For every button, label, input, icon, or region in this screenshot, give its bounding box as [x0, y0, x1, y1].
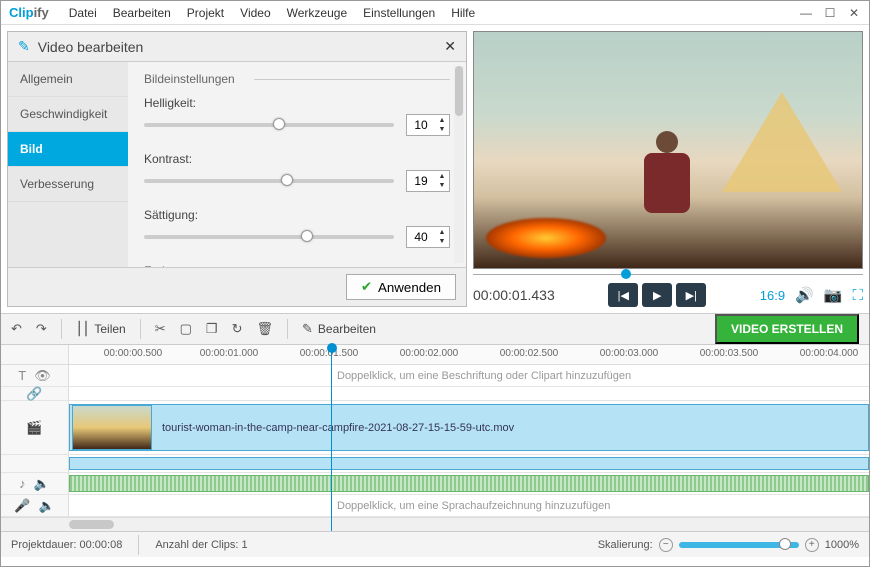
- contrast-slider[interactable]: [144, 179, 394, 183]
- mic-track-icon: 🎤: [14, 498, 30, 514]
- zoom-label: Skalierung:: [598, 539, 653, 551]
- caption-track[interactable]: T 👁 Doppelklick, um eine Beschriftung ode…: [1, 365, 869, 387]
- menu-video[interactable]: Video: [232, 6, 278, 20]
- apply-button[interactable]: ✔Anwenden: [346, 274, 456, 300]
- timeline-scrollbar[interactable]: [1, 517, 869, 531]
- tab-speed[interactable]: Geschwindigkeit: [8, 97, 128, 132]
- edit-button[interactable]: ✎Bearbeiten: [302, 321, 376, 337]
- clip-thumbnail: [72, 405, 152, 450]
- project-duration: 00:00:08: [80, 539, 123, 551]
- saturation-label: Sättigung:: [144, 208, 216, 222]
- copy-icon[interactable]: ❐: [206, 321, 218, 337]
- status-bar: Projektdauer: 00:00:08 Anzahl der Clips:…: [1, 531, 869, 557]
- video-clip[interactable]: tourist-woman-in-the-camp-near-campfire-…: [69, 404, 869, 451]
- fullscreen-icon[interactable]: ⛶: [852, 287, 863, 304]
- check-icon: ✔: [361, 279, 372, 295]
- brightness-stepper[interactable]: ▲▼: [435, 116, 449, 134]
- zoom-slider[interactable]: [679, 542, 799, 548]
- link-track: 🔗: [1, 387, 869, 401]
- timeline-ruler[interactable]: 00:00:00.500 00:00:01.000 00:00:01.500 0…: [1, 345, 869, 365]
- video-track-icon: 🎬: [26, 420, 42, 436]
- rotate-icon[interactable]: ↻: [232, 321, 243, 337]
- menu-bar: Clipify Datei Bearbeiten Projekt Video W…: [1, 1, 869, 25]
- menu-file[interactable]: Datei: [61, 6, 105, 20]
- audio-clip[interactable]: [69, 475, 869, 492]
- link-icon[interactable]: 🔗: [26, 386, 42, 402]
- menu-project[interactable]: Projekt: [179, 6, 232, 20]
- play-button[interactable]: ▶: [642, 283, 672, 307]
- tab-general[interactable]: Allgemein: [8, 62, 128, 97]
- contrast-label: Kontrast:: [144, 152, 216, 166]
- delete-icon[interactable]: 🗑: [256, 321, 273, 337]
- edit-video-panel: ✎ Video bearbeiten ✕ Allgemein Geschwind…: [7, 31, 467, 307]
- text-track-icon: T: [18, 368, 26, 383]
- audio-speaker-icon[interactable]: 🔈: [34, 476, 50, 492]
- caption-hint: Doppelklick, um eine Beschriftung oder C…: [337, 370, 631, 382]
- settings-group-label: Bildeinstellungen: [144, 72, 450, 86]
- video-strip-track[interactable]: [1, 455, 869, 473]
- window-maximize-icon[interactable]: ☐: [823, 6, 837, 20]
- brightness-slider[interactable]: [144, 123, 394, 127]
- snapshot-icon[interactable]: 📷: [824, 286, 843, 304]
- brightness-label: Helligkeit:: [144, 96, 216, 110]
- clip-count: 1: [242, 539, 248, 551]
- video-track[interactable]: 🎬 tourist-woman-in-the-camp-near-campfir…: [1, 401, 869, 455]
- video-strip[interactable]: [69, 457, 869, 470]
- menu-edit[interactable]: Bearbeiten: [105, 6, 179, 20]
- menu-help[interactable]: Hilfe: [443, 6, 483, 20]
- zoom-out-button[interactable]: −: [659, 538, 673, 552]
- timecode: 00:00:01.433: [473, 287, 555, 303]
- split-icon: ⎮⎮: [76, 321, 90, 337]
- panel-scrollbar[interactable]: [454, 66, 464, 263]
- volume-icon[interactable]: 🔊: [795, 286, 814, 304]
- timeline-toolbar: ↶ ↷ ⎮⎮Teilen ✂ ▢ ❐ ↻ 🗑 ✎Bearbeiten VIDEO…: [1, 313, 869, 345]
- hue-label: Farbton:: [144, 264, 216, 267]
- cut-icon[interactable]: ✂: [155, 321, 166, 337]
- app-logo: Clipify: [9, 5, 49, 20]
- redo-icon[interactable]: ↷: [36, 321, 47, 337]
- music-track-icon: ♪: [19, 476, 26, 491]
- tab-image[interactable]: Bild: [8, 132, 128, 167]
- undo-icon[interactable]: ↶: [11, 321, 22, 337]
- voice-hint: Doppelklick, um eine Sprachaufzeichnung …: [337, 500, 610, 512]
- contrast-input[interactable]: [407, 174, 435, 188]
- brightness-input[interactable]: [407, 118, 435, 132]
- zoom-value: 1000%: [825, 539, 859, 551]
- window-close-icon[interactable]: ✕: [847, 6, 861, 20]
- next-frame-button[interactable]: ▶|: [676, 283, 706, 307]
- contrast-stepper[interactable]: ▲▼: [435, 172, 449, 190]
- tab-enhance[interactable]: Verbesserung: [8, 167, 128, 202]
- timeline: 00:00:00.500 00:00:01.000 00:00:01.500 0…: [1, 345, 869, 531]
- saturation-input[interactable]: [407, 230, 435, 244]
- audio-track[interactable]: ♪🔈: [1, 473, 869, 495]
- zoom-in-button[interactable]: +: [805, 538, 819, 552]
- preview-seek-bar[interactable]: [473, 271, 863, 279]
- saturation-slider[interactable]: [144, 235, 394, 239]
- clips-label: Anzahl der Clips:: [155, 539, 238, 551]
- saturation-stepper[interactable]: ▲▼: [435, 228, 449, 246]
- window-minimize-icon[interactable]: —: [799, 6, 813, 20]
- clip-filename: tourist-woman-in-the-camp-near-campfire-…: [162, 422, 514, 434]
- menu-settings[interactable]: Einstellungen: [355, 6, 443, 20]
- duration-label: Projektdauer:: [11, 539, 76, 551]
- voice-track[interactable]: 🎤 🔈 Doppelklick, um eine Sprachaufzeichnu…: [1, 495, 869, 517]
- visibility-icon[interactable]: 👁: [34, 368, 51, 384]
- prev-frame-button[interactable]: |◀: [608, 283, 638, 307]
- edit-panel-title: Video bearbeiten: [38, 39, 445, 55]
- pencil-icon: ✎: [302, 321, 313, 337]
- edit-icon: ✎: [18, 38, 30, 55]
- create-video-button[interactable]: VIDEO ERSTELLEN: [715, 314, 859, 344]
- menu-tools[interactable]: Werkzeuge: [279, 6, 355, 20]
- split-button[interactable]: ⎮⎮Teilen: [76, 321, 126, 337]
- close-icon[interactable]: ✕: [444, 38, 456, 55]
- voice-speaker-icon[interactable]: 🔈: [39, 498, 55, 514]
- preview-panel: 00:00:01.433 |◀ ▶ ▶| 16:9 🔊 📷 ⛶: [473, 31, 863, 307]
- aspect-ratio[interactable]: 16:9: [760, 288, 785, 303]
- crop-icon[interactable]: ▢: [180, 321, 192, 337]
- video-preview[interactable]: [473, 31, 863, 269]
